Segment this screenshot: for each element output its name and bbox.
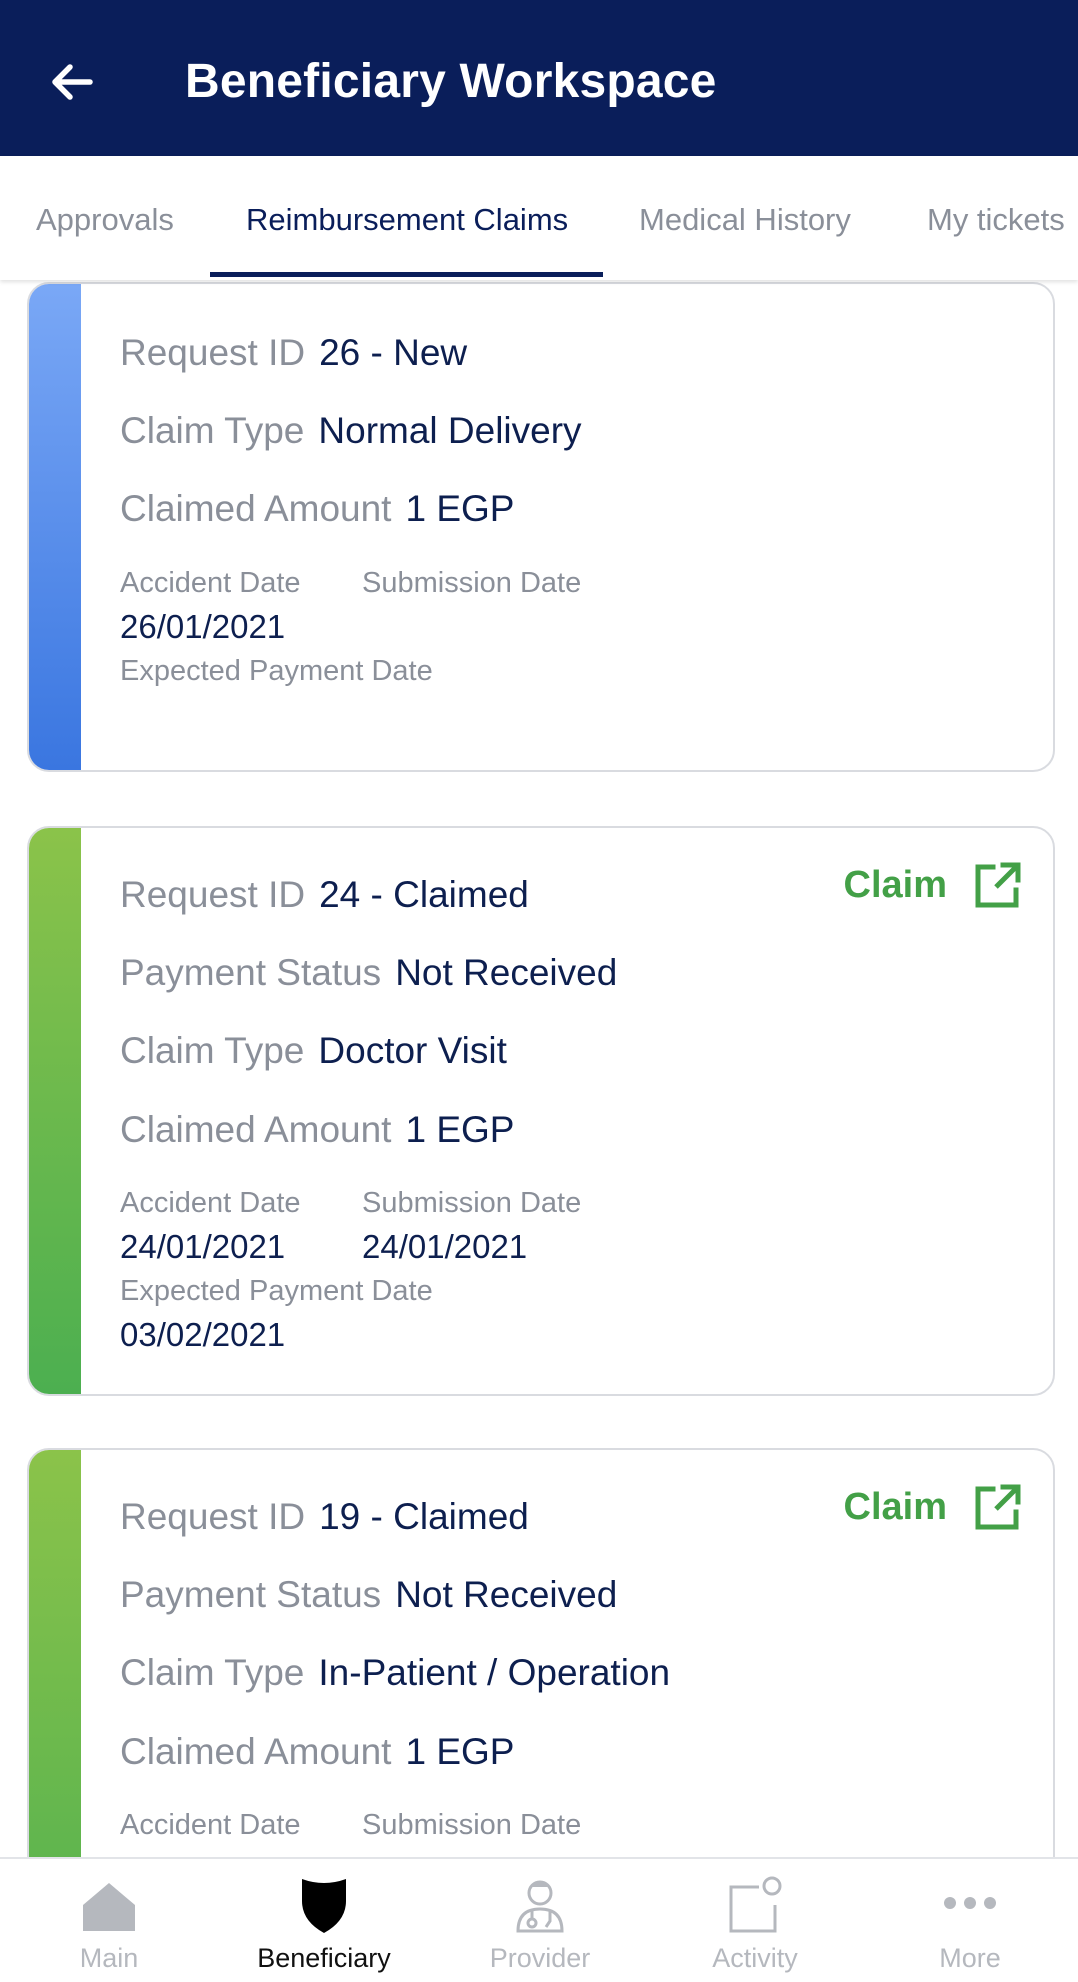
arrow-left-icon [52, 64, 93, 100]
request-id-value: 19 - Claimed [319, 1496, 529, 1537]
accident-date-value: 26/01/2021 [120, 608, 286, 645]
nav-label: Provider [489, 1943, 591, 1973]
claim-type-row: Claim Type Normal Delivery [120, 410, 582, 452]
page-title: Beneficiary Workspace [185, 55, 717, 108]
status-accent-bar [29, 828, 81, 1394]
claimed-amount-label: Claimed Amount [120, 1731, 392, 1772]
back-button[interactable] [44, 54, 100, 110]
more-icon [944, 1897, 996, 1909]
payment-status-label: Payment Status [120, 1574, 382, 1615]
nav-item-provider[interactable]: Provider [432, 1859, 648, 1982]
app-screen: Beneficiary Workspace Approvals Reimburs… [0, 0, 1078, 1982]
claim-type-value: Doctor Visit [318, 1030, 507, 1071]
open-external-icon [975, 862, 1021, 908]
tab-approvals[interactable]: Approvals [36, 202, 174, 238]
request-id-label: Request ID [120, 332, 306, 373]
claim-button-label: Claim [843, 863, 947, 906]
open-external-icon [975, 1484, 1021, 1530]
claims-list[interactable]: Request ID 26 - New Claim Type Normal Deli… [0, 280, 1078, 1857]
claimed-amount-label: Claimed Amount [120, 1109, 392, 1150]
payment-status-row: Payment Status Not Received [120, 1574, 617, 1616]
shield-icon [302, 1879, 346, 1933]
tab-bar: Approvals Reimbursement Claims Medical H… [0, 156, 1078, 280]
expected-payment-date-label: Expected Payment Date [120, 655, 433, 687]
nav-label: Activity [712, 1943, 798, 1973]
request-id-row: Request ID 24 - Claimed [120, 874, 529, 916]
nav-item-main[interactable]: Main [1, 1859, 217, 1982]
payment-status-label: Payment Status [120, 952, 382, 993]
nav-item-more[interactable]: More [862, 1859, 1078, 1982]
claim-type-label: Claim Type [120, 1030, 305, 1071]
request-id-value: 26 - New [319, 332, 468, 373]
claim-type-value: Normal Delivery [318, 410, 582, 451]
nav-label: Beneficiary [257, 1943, 391, 1973]
request-id-label: Request ID [120, 1496, 306, 1537]
claim-type-label: Claim Type [120, 1652, 305, 1693]
request-id-value: 24 - Claimed [319, 874, 529, 915]
claim-type-row: Claim Type In-Patient / Operation [120, 1652, 670, 1694]
tab-medical-history[interactable]: Medical History [639, 202, 851, 238]
accident-date-value: 24/01/2021 [120, 1228, 286, 1265]
claim-card[interactable]: Claim Request ID 24 - Claimed Payment Sta… [27, 826, 1055, 1396]
doctor-icon [516, 1880, 564, 1933]
accident-date-label: Accident Date [120, 1187, 301, 1219]
status-accent-bar [29, 284, 81, 770]
claim-card[interactable]: Claim Request ID 19 - Claimed Payment Sta… [27, 1448, 1055, 1857]
request-id-row: Request ID 19 - Claimed [120, 1496, 529, 1538]
claimed-amount-value: 1 EGP [405, 1109, 515, 1150]
submission-date-label: Submission Date [362, 1809, 582, 1841]
claimed-amount-value: 1 EGP [405, 1731, 515, 1772]
submission-date-label: Submission Date [362, 567, 582, 599]
payment-status-value: Not Received [395, 1574, 618, 1615]
expected-payment-date-value: 03/02/2021 [120, 1316, 286, 1353]
active-tab-indicator [210, 272, 603, 277]
accident-date-label: Accident Date [120, 567, 301, 599]
submission-date-label: Submission Date [362, 1187, 582, 1219]
claim-type-label: Claim Type [120, 410, 305, 451]
claim-card[interactable]: Request ID 26 - New Claim Type Normal Deli… [27, 282, 1055, 772]
payment-status-row: Payment Status Not Received [120, 952, 617, 994]
request-id-row: Request ID 26 - New [120, 332, 467, 374]
nav-label: More [939, 1943, 1001, 1973]
claim-button-label: Claim [843, 1485, 947, 1528]
bottom-navigation: Main Beneficiary Provider Activity More [0, 1857, 1078, 1982]
nav-label: Main [79, 1943, 139, 1973]
claim-button[interactable]: Claim [844, 860, 1023, 910]
claim-type-value: In-Patient / Operation [318, 1652, 671, 1693]
claimed-amount-label: Claimed Amount [120, 488, 392, 529]
tab-my-tickets[interactable]: My tickets [927, 202, 1065, 238]
status-accent-bar [29, 1450, 81, 1857]
nav-item-activity[interactable]: Activity [647, 1859, 863, 1982]
claimed-amount-row: Claimed Amount 1 EGP [120, 1731, 514, 1773]
request-id-label: Request ID [120, 874, 306, 915]
claimed-amount-row: Claimed Amount 1 EGP [120, 488, 514, 530]
app-header: Beneficiary Workspace [0, 0, 1078, 156]
claim-button[interactable]: Claim [844, 1482, 1023, 1532]
expected-payment-date-label: Expected Payment Date [120, 1275, 433, 1307]
nav-item-beneficiary[interactable]: Beneficiary [216, 1859, 432, 1982]
tab-reimbursement-claims[interactable]: Reimbursement Claims [246, 202, 568, 238]
claimed-amount-row: Claimed Amount 1 EGP [120, 1109, 514, 1151]
home-icon [83, 1883, 135, 1931]
notification-icon [729, 1876, 782, 1933]
accident-date-label: Accident Date [120, 1809, 301, 1841]
payment-status-value: Not Received [395, 952, 618, 993]
submission-date-value: 24/01/2021 [362, 1228, 528, 1265]
claimed-amount-value: 1 EGP [405, 488, 515, 529]
claim-type-row: Claim Type Doctor Visit [120, 1030, 507, 1072]
